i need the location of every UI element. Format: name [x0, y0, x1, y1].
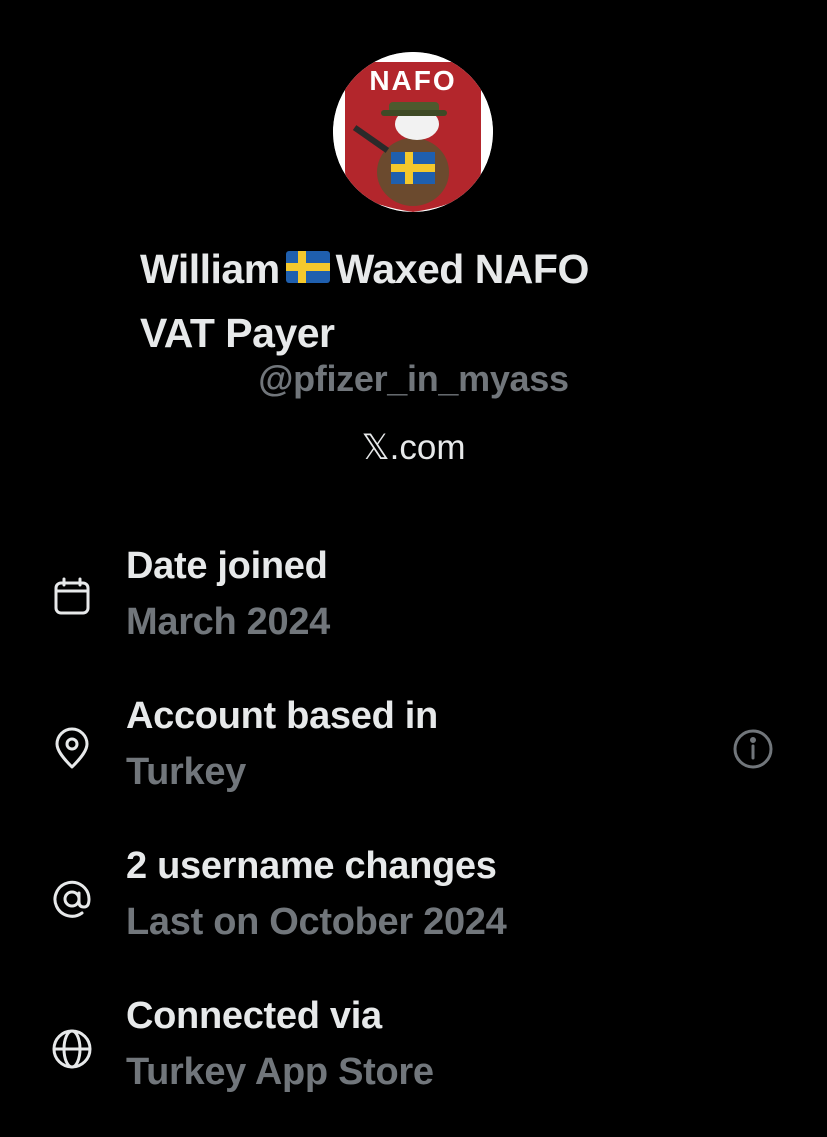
- sweden-flag-icon: [285, 240, 330, 298]
- detail-value: Turkey: [126, 751, 246, 793]
- info-icon[interactable]: [731, 727, 775, 771]
- detail-username-changes: 2 username changes Last on October 2024: [0, 845, 827, 955]
- detail-connected-via: Connected via Turkey App Store: [0, 995, 827, 1105]
- display-name: William Waxed NAFO VAT Payer: [140, 240, 740, 362]
- detail-title: 2 username changes: [126, 845, 497, 887]
- detail-date-joined: Date joined March 2024: [0, 545, 827, 655]
- location-pin-icon: [50, 727, 94, 771]
- detail-value: Last on October 2024: [126, 901, 507, 943]
- site-label: 𝕏.com: [361, 428, 466, 467]
- detail-title: Date joined: [126, 545, 328, 587]
- detail-account-based-in: Account based in Turkey: [0, 695, 827, 805]
- username-handle[interactable]: @pfizer_in_myass: [0, 358, 827, 400]
- detail-title: Connected via: [126, 995, 382, 1037]
- avatar[interactable]: NAFO: [333, 52, 493, 212]
- avatar-badge-text: NAFO: [369, 65, 456, 96]
- detail-title: Account based in: [126, 695, 438, 737]
- detail-value: Turkey App Store: [126, 1051, 434, 1093]
- display-name-rest: Waxed NAFO: [335, 246, 590, 292]
- globe-icon: [50, 1027, 94, 1071]
- display-name-first: William: [140, 246, 280, 292]
- detail-value: March 2024: [126, 601, 331, 643]
- display-name-line2: VAT Payer: [140, 310, 335, 357]
- at-sign-icon: [50, 877, 94, 921]
- calendar-icon: [50, 575, 94, 619]
